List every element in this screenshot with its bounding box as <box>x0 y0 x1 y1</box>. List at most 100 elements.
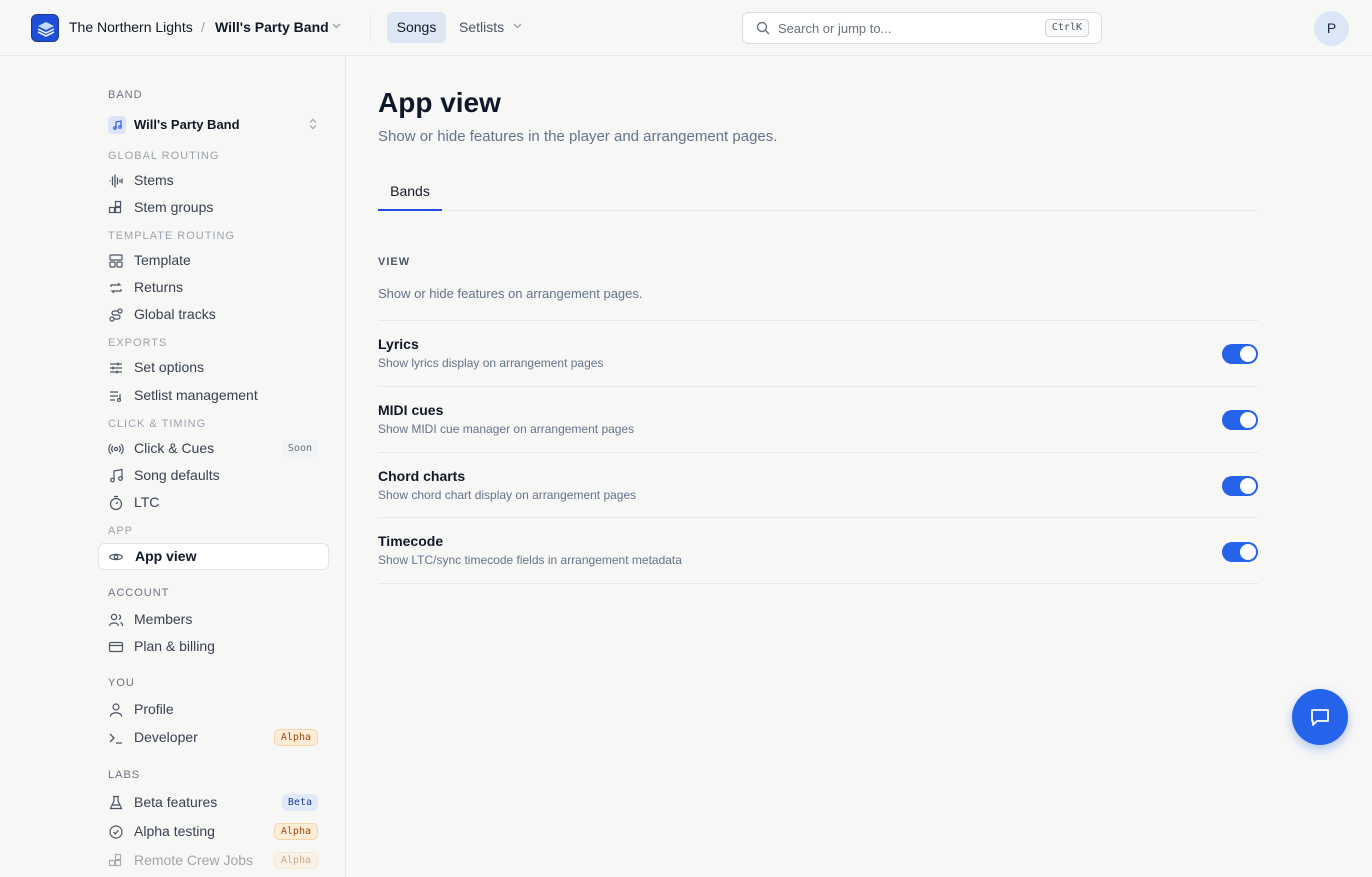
grid-plus-icon <box>108 853 122 867</box>
nav-setlists-tab[interactable]: Setlists <box>459 19 504 35</box>
user-icon <box>109 703 123 717</box>
sidebar-item-label: App view <box>135 548 197 564</box>
section-label-exports: EXPORTS <box>108 337 168 349</box>
sidebar-item-label: LTC <box>134 494 160 510</box>
chevron-down-icon[interactable] <box>512 22 523 30</box>
terminal-icon <box>109 733 122 744</box>
sidebar-item-label: Global tracks <box>134 306 216 322</box>
list-music-icon <box>110 391 122 403</box>
keyboard-shortcut-hint: CtrlK <box>1044 19 1089 37</box>
page-title: App view <box>378 87 501 118</box>
sidebar-item-setlist-management[interactable]: Setlist management <box>98 382 329 409</box>
search-input[interactable]: Search or jump to... CtrlK <box>742 12 1102 44</box>
sidebar-item-label: Stems <box>134 172 174 188</box>
sidebar-item-returns[interactable]: Returns <box>98 274 329 301</box>
setting-description: Show MIDI cue manager on arrangement pag… <box>378 422 635 436</box>
alpha-badge: Alpha <box>273 729 318 746</box>
search-placeholder: Search or jump to... <box>778 21 892 36</box>
sidebar-item-label: Template <box>134 252 191 268</box>
org-name-link[interactable]: The Northern Lights <box>69 19 193 35</box>
band-name-link[interactable]: Will's Party Band <box>215 19 329 35</box>
sidebar-item-plan-billing[interactable]: Plan & billing <box>98 633 329 660</box>
grid-plus-icon <box>108 200 122 214</box>
toggle-knob <box>1240 412 1256 428</box>
flask-icon <box>109 795 123 810</box>
sidebar-item-alpha-testing[interactable]: Alpha testing Alpha <box>98 818 329 845</box>
setting-title: Chord charts <box>378 468 466 484</box>
toggle-knob <box>1240 346 1256 362</box>
soon-badge: Soon <box>281 440 318 457</box>
sidebar-item-label: Members <box>134 611 193 627</box>
band-selector-label: Will's Party Band <box>134 117 240 132</box>
lyrics-toggle[interactable] <box>1222 344 1258 364</box>
setting-description: Show LTC/sync timecode fields in arrange… <box>378 553 682 567</box>
setting-row-lyrics: Lyrics Show lyrics display on arrangemen… <box>378 320 1258 386</box>
chevron-down-icon[interactable] <box>331 22 342 30</box>
sidebar-item-app-view[interactable]: App view <box>98 543 329 570</box>
chat-button[interactable] <box>1292 689 1348 745</box>
sidebar-item-label: Click & Cues <box>134 440 215 456</box>
sidebar-item-stem-groups[interactable]: Stem groups <box>98 194 329 221</box>
sidebar-item-set-options[interactable]: Set options <box>98 354 329 381</box>
repeat-icon <box>110 282 122 294</box>
music-note-icon <box>108 116 126 134</box>
toggle-knob <box>1240 544 1256 560</box>
sidebar-item-label: Profile <box>134 701 174 717</box>
timecode-toggle[interactable] <box>1222 542 1258 562</box>
message-square-icon <box>1311 709 1329 726</box>
app-logo-icon[interactable] <box>31 14 59 42</box>
section-label-view: VIEW <box>378 256 411 268</box>
sidebar-item-members[interactable]: Members <box>98 606 329 633</box>
check-circle-icon <box>109 825 123 839</box>
alpha-badge: Alpha <box>273 852 318 869</box>
sidebar-item-profile[interactable]: Profile <box>98 696 329 723</box>
nav-songs-tab[interactable]: Songs <box>387 12 446 43</box>
chord-charts-toggle[interactable] <box>1222 476 1258 496</box>
sidebar-item-template[interactable]: Template <box>98 247 329 274</box>
section-label-global-routing: GLOBAL ROUTING <box>108 150 220 162</box>
setting-description: Show chord chart display on arrangement … <box>378 488 637 502</box>
tab-bands[interactable]: Bands <box>378 178 442 211</box>
section-description: Show or hide features on arrangement pag… <box>378 286 643 301</box>
midi-cues-toggle[interactable] <box>1222 410 1258 430</box>
sidebar-item-beta-features[interactable]: Beta features Beta <box>98 789 329 816</box>
sidebar-item-remote-crew-jobs[interactable]: Remote Crew Jobs Alpha <box>98 847 329 874</box>
sidebar-item-developer[interactable]: Developer Alpha <box>98 724 329 751</box>
page-subtitle: Show or hide features in the player and … <box>378 128 778 145</box>
sidebar-item-ltc[interactable]: LTC <box>98 489 329 516</box>
sidebar-item-label: Alpha testing <box>134 823 215 839</box>
sidebar-item-label: Beta features <box>134 794 218 810</box>
search-icon <box>756 21 770 35</box>
sidebar-item-label: Setlist management <box>134 387 258 403</box>
top-bar: The Northern Lights / Will's Party Band … <box>0 0 1372 56</box>
section-label-click-timing: CLICK & TIMING <box>108 418 207 430</box>
sidebar-item-label: Stem groups <box>134 199 214 215</box>
user-avatar[interactable]: P <box>1314 11 1349 46</box>
layout-template-icon <box>109 254 123 268</box>
section-label-app: APP <box>108 525 134 537</box>
credit-card-icon <box>108 641 124 653</box>
sidebar-item-click-cues[interactable]: Click & Cues Soon <box>98 435 329 462</box>
sidebar-item-label: Plan & billing <box>134 638 215 654</box>
sidebar-item-global-tracks[interactable]: Global tracks <box>98 301 329 328</box>
sidebar-item-label: Song defaults <box>134 467 220 483</box>
users-icon <box>108 613 124 627</box>
band-selector[interactable]: Will's Party Band <box>108 115 320 135</box>
setting-row-chord-charts: Chord charts Show chord chart display on… <box>378 452 1258 518</box>
alpha-badge: Alpha <box>273 823 318 840</box>
radio-broadcast-icon <box>108 443 124 455</box>
section-label-template-routing: TEMPLATE ROUTING <box>108 230 236 242</box>
timer-icon <box>109 495 123 511</box>
music-icon <box>110 468 123 483</box>
section-label-labs: LABS <box>108 769 141 781</box>
sidebar-item-label: Set options <box>134 359 205 375</box>
section-label-you: YOU <box>108 677 135 689</box>
sidebar-item-stems[interactable]: Stems <box>98 167 329 194</box>
sidebar-item-label: Developer <box>134 729 198 745</box>
settings-sidebar: BAND Will's Party Band GLOBAL ROUTING St… <box>0 56 346 877</box>
setting-title: Timecode <box>378 533 444 549</box>
sliders-icon <box>110 362 122 374</box>
sidebar-item-song-defaults[interactable]: Song defaults <box>98 462 329 489</box>
toggle-knob <box>1240 478 1256 494</box>
section-label-account: ACCOUNT <box>108 587 170 599</box>
